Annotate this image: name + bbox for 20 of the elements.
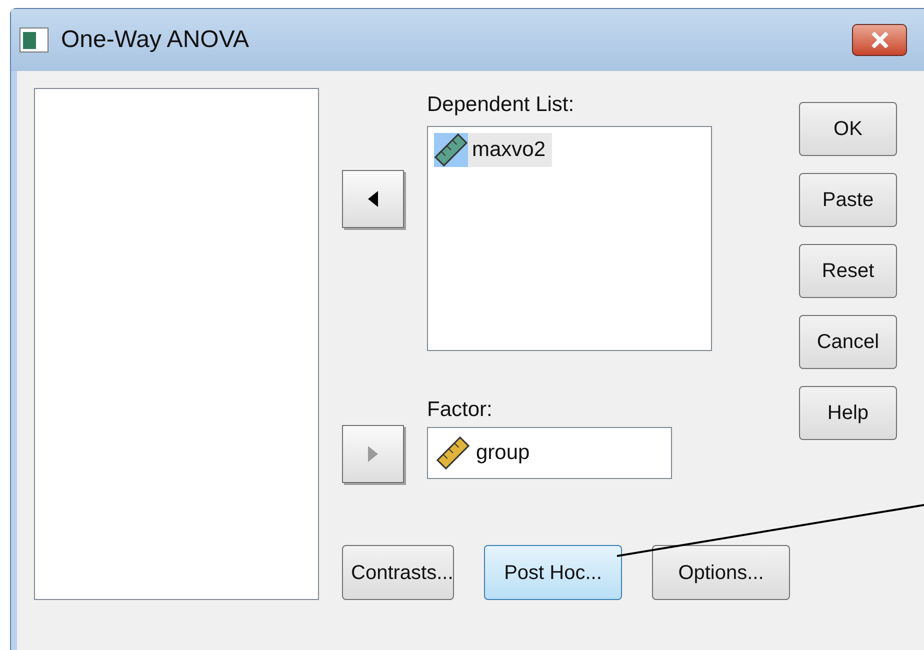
- dialog-button[interactable]: Cancel: [799, 315, 897, 369]
- dependent-list-label: Dependent List:: [427, 92, 576, 118]
- move-arrow-button[interactable]: [342, 170, 404, 228]
- left-arrow-icon: [368, 191, 378, 207]
- dialog-button[interactable]: OK: [799, 102, 897, 156]
- close-button[interactable]: [852, 24, 907, 56]
- window-icon: [19, 27, 49, 53]
- dialog-button[interactable]: Reset: [799, 244, 897, 298]
- list-item[interactable]: maxvo2: [434, 133, 552, 167]
- dialog-button[interactable]: Post Hoc...: [484, 545, 622, 600]
- dialog-button[interactable]: Paste: [799, 173, 897, 227]
- right-arrow-icon: [368, 446, 378, 462]
- scale-ruler-icon: [434, 133, 468, 167]
- dialog-button[interactable]: Help: [799, 386, 897, 440]
- close-icon: [870, 32, 888, 48]
- dialog-button[interactable]: Options...: [652, 545, 790, 600]
- dialog-button[interactable]: Contrasts...: [342, 545, 454, 600]
- factor-label: Factor:: [427, 397, 494, 423]
- factor-field[interactable]: group: [427, 427, 672, 479]
- window-title: One-Way ANOVA: [61, 25, 250, 55]
